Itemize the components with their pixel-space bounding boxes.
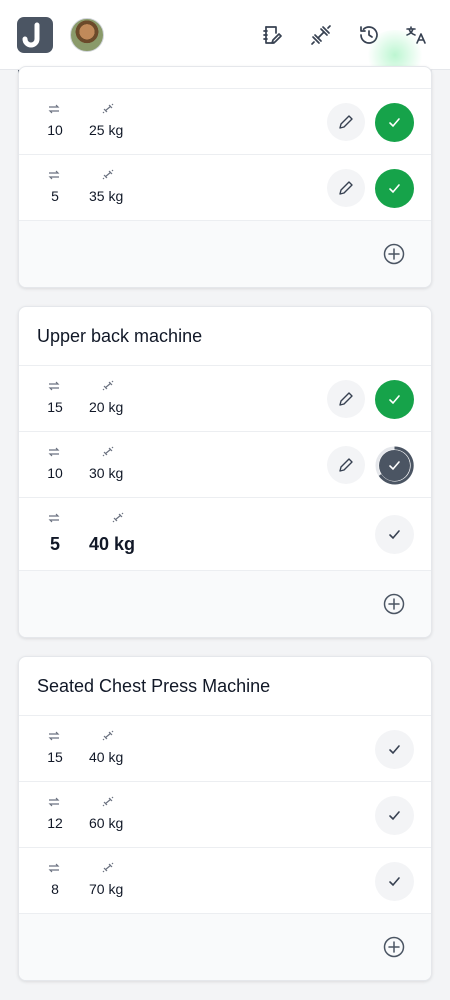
repeat-icon (47, 862, 61, 874)
set-row-current: 5 40 kg (19, 498, 431, 571)
complete-set-button[interactable] (375, 380, 414, 419)
set-reps: 5 (49, 534, 60, 554)
set-row: 15 20 kg (19, 366, 431, 432)
add-set-icon[interactable] (383, 936, 405, 958)
exercise-card: Seated Chest Press Machine 15 40 kg 12 6… (18, 656, 432, 981)
set-reps: 8 (51, 881, 59, 897)
dumbbell-small-icon (111, 512, 125, 524)
complete-set-button[interactable] (375, 515, 414, 554)
set-reps: 10 (47, 465, 63, 481)
complete-set-button[interactable] (375, 103, 414, 142)
dumbbell-small-icon (101, 796, 115, 808)
set-weight: 40 kg (89, 534, 136, 554)
repeat-icon (47, 730, 61, 742)
set-weight: 40 kg (89, 749, 124, 765)
set-row: 5 35 kg (19, 155, 431, 221)
complete-set-button[interactable] (375, 169, 414, 208)
set-row: 8 70 kg (19, 848, 431, 914)
exercise-card: Upper back machine 15 20 kg 10 30 kg 5 4… (18, 306, 432, 638)
edit-set-button[interactable] (327, 446, 365, 484)
dumbbell-small-icon (101, 169, 115, 181)
repeat-icon (47, 103, 61, 115)
repeat-icon (47, 380, 61, 392)
set-weight: 30 kg (89, 465, 124, 481)
avatar[interactable] (70, 18, 104, 52)
set-reps: 15 (47, 399, 63, 415)
set-weight: 20 kg (89, 399, 124, 415)
notebook-edit-icon[interactable] (260, 23, 284, 47)
set-weight: 70 kg (89, 881, 124, 897)
dumbbell-small-icon (101, 446, 115, 458)
complete-set-button[interactable] (375, 796, 414, 835)
set-row: 10 30 kg (19, 432, 431, 498)
repeat-icon (47, 512, 61, 524)
complete-set-button[interactable] (375, 730, 414, 769)
card-footer (19, 221, 431, 287)
edit-set-button[interactable] (327, 169, 365, 207)
repeat-icon (47, 169, 61, 181)
set-weight: 60 kg (89, 815, 124, 831)
dumbbell-small-icon (101, 103, 115, 115)
complete-set-button[interactable] (375, 862, 414, 901)
exercise-title: Upper back machine (19, 307, 431, 366)
set-reps: 5 (51, 188, 59, 204)
card-footer (19, 914, 431, 980)
rest-timer-button[interactable] (375, 446, 414, 485)
card-top-spacer (19, 67, 431, 89)
dumbbell-small-icon (101, 380, 115, 392)
set-reps: 15 (47, 749, 63, 765)
set-row: 10 25 kg (19, 89, 431, 155)
add-set-icon[interactable] (383, 593, 405, 615)
set-row: 15 40 kg (19, 716, 431, 782)
exercise-title: Seated Chest Press Machine (19, 657, 431, 716)
set-reps: 10 (47, 122, 63, 138)
card-footer (19, 571, 431, 637)
set-weight: 25 kg (89, 122, 124, 138)
dumbbell-small-icon (101, 862, 115, 874)
app-logo[interactable] (17, 17, 53, 53)
dumbbell-icon[interactable] (309, 23, 333, 47)
dumbbell-small-icon (101, 730, 115, 742)
set-reps: 12 (47, 815, 63, 831)
edit-set-button[interactable] (327, 103, 365, 141)
exercise-card: 10 25 kg 5 35 kg (18, 66, 432, 288)
repeat-icon (47, 446, 61, 458)
repeat-icon (47, 796, 61, 808)
set-row: 12 60 kg (19, 782, 431, 848)
add-set-icon[interactable] (383, 243, 405, 265)
edit-set-button[interactable] (327, 380, 365, 418)
set-weight: 35 kg (89, 188, 124, 204)
